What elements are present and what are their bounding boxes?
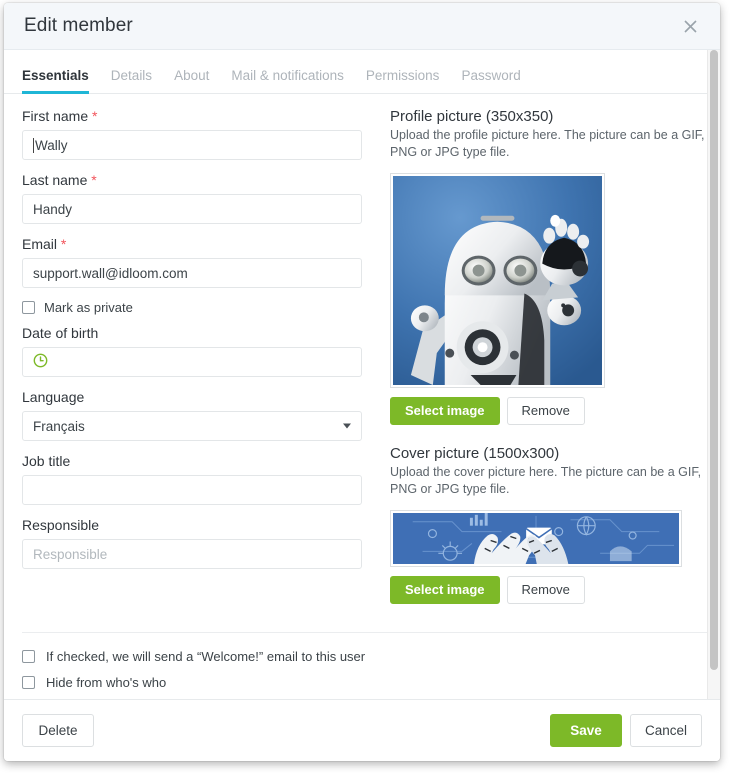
tab-details[interactable]: Details — [111, 68, 152, 93]
required-marker: * — [91, 172, 97, 188]
tab-permissions[interactable]: Permissions — [366, 68, 440, 93]
form-columns: First name * Wally Last name * Handy Ema… — [4, 94, 720, 624]
tab-label: Password — [461, 68, 521, 83]
profile-picture-title: Profile picture (350x350) — [390, 108, 554, 125]
dialog-body: Essentials Details About Mail & notifica… — [4, 50, 720, 699]
language-label: Language — [22, 389, 85, 405]
welcome-email-row[interactable]: If checked, we will send a “Welcome!” em… — [22, 649, 707, 664]
job-title-input[interactable] — [22, 475, 362, 505]
email-label: Email * — [22, 236, 362, 252]
dialog-header: Edit member — [4, 3, 720, 50]
required-marker: * — [60, 236, 67, 252]
bottom-options: If checked, we will send a “Welcome!” em… — [22, 631, 707, 690]
tab-label: Mail & notifications — [231, 68, 344, 83]
first-name-input[interactable]: Wally — [22, 130, 362, 160]
hide-from-whos-who-checkbox[interactable] — [22, 675, 35, 689]
tab-label: Details — [110, 68, 153, 83]
text-caret — [33, 137, 34, 153]
cover-remove-button[interactable]: Remove — [506, 575, 585, 604]
profile-remove-button[interactable]: Remove — [506, 396, 585, 425]
cover-banner-image — [393, 512, 679, 564]
field-date-of-birth: Date of birth — [22, 325, 362, 377]
profile-picture-buttons: Select image Remove — [390, 396, 707, 425]
email-value: support.wall@idloom.com — [33, 265, 188, 281]
language-select[interactable]: Français — [22, 411, 362, 441]
last-name-input[interactable]: Handy — [22, 194, 362, 224]
chevron-down-icon — [343, 423, 351, 429]
close-icon[interactable] — [678, 14, 702, 38]
field-responsible: Responsible Responsible — [22, 517, 362, 569]
language-value: Français — [33, 418, 85, 434]
tab-label: Permissions — [365, 68, 440, 83]
tab-bar: Essentials Details About Mail & notifica… — [4, 50, 707, 94]
hide-from-whos-who-row[interactable]: Hide from who's who — [22, 675, 707, 690]
welcome-email-checkbox[interactable] — [22, 649, 35, 663]
field-language: Language Français — [22, 389, 362, 441]
tab-password[interactable]: Password — [461, 68, 520, 93]
last-name-label: Last name * — [22, 172, 362, 188]
right-column: Profile picture (350x350) Upload the pro… — [362, 108, 707, 624]
responsible-label: Responsible — [22, 517, 100, 533]
label-text: First name — [22, 108, 89, 124]
vertical-scrollbar[interactable] — [707, 50, 720, 699]
clock-icon — [33, 353, 48, 371]
last-name-value: Handy — [33, 201, 73, 217]
field-email: Email * support.wall@idloom.com — [22, 236, 362, 288]
first-name-value: Wally — [35, 137, 68, 153]
hide-from-whos-who-label: Hide from who's who — [46, 674, 167, 690]
tab-essentials[interactable]: Essentials — [22, 68, 89, 94]
welcome-email-label: If checked, we will send a “Welcome!” em… — [46, 648, 366, 664]
profile-picture-preview — [390, 172, 605, 388]
profile-picture-description: Upload the profile picture here. The pic… — [390, 128, 705, 159]
first-name-label: First name * — [22, 108, 362, 124]
mark-as-private-label: Mark as private — [44, 300, 133, 315]
responsible-input[interactable]: Responsible — [22, 539, 362, 569]
cover-picture-buttons: Select image Remove — [390, 575, 707, 604]
cover-picture-preview — [390, 509, 682, 567]
mark-as-private-checkbox[interactable] — [22, 301, 35, 314]
required-marker: * — [92, 108, 98, 124]
profile-select-image-button[interactable]: Select image — [390, 396, 500, 425]
page-title: Edit member — [24, 15, 133, 36]
email-field[interactable]: support.wall@idloom.com — [22, 258, 362, 288]
date-of-birth-input[interactable] — [22, 347, 362, 377]
footer-actions: Save Cancel — [549, 714, 702, 747]
job-title-label: Job title — [22, 453, 71, 469]
tab-mail-notifications[interactable]: Mail & notifications — [231, 68, 344, 93]
field-first-name: First name * Wally — [22, 108, 362, 160]
field-job-title: Job title — [22, 453, 362, 505]
profile-robot-image — [393, 175, 602, 385]
label-text: Last name — [22, 172, 88, 188]
cover-select-image-button[interactable]: Select image — [390, 575, 500, 604]
label-text: Email — [22, 236, 58, 252]
tab-label: Essentials — [22, 68, 89, 83]
mark-as-private-row[interactable]: Mark as private — [22, 300, 362, 315]
cover-picture-title: Cover picture (1500x300) — [390, 444, 560, 462]
scrollbar-thumb[interactable] — [710, 50, 718, 670]
tab-about[interactable]: About — [174, 68, 209, 93]
date-of-birth-label: Date of birth — [22, 325, 99, 341]
edit-member-dialog: Edit member Essentials Details About Mai… — [4, 3, 720, 761]
cover-picture-description: Upload the cover picture here. The pictu… — [390, 464, 702, 496]
field-last-name: Last name * Handy — [22, 172, 362, 224]
dialog-footer: Delete Save Cancel — [4, 699, 720, 761]
delete-button[interactable]: Delete — [22, 714, 94, 747]
left-column: First name * Wally Last name * Handy Ema… — [22, 108, 362, 624]
tab-label: About — [174, 68, 210, 83]
cancel-button[interactable]: Cancel — [629, 714, 702, 747]
save-button[interactable]: Save — [549, 714, 622, 747]
responsible-placeholder: Responsible — [33, 546, 108, 562]
